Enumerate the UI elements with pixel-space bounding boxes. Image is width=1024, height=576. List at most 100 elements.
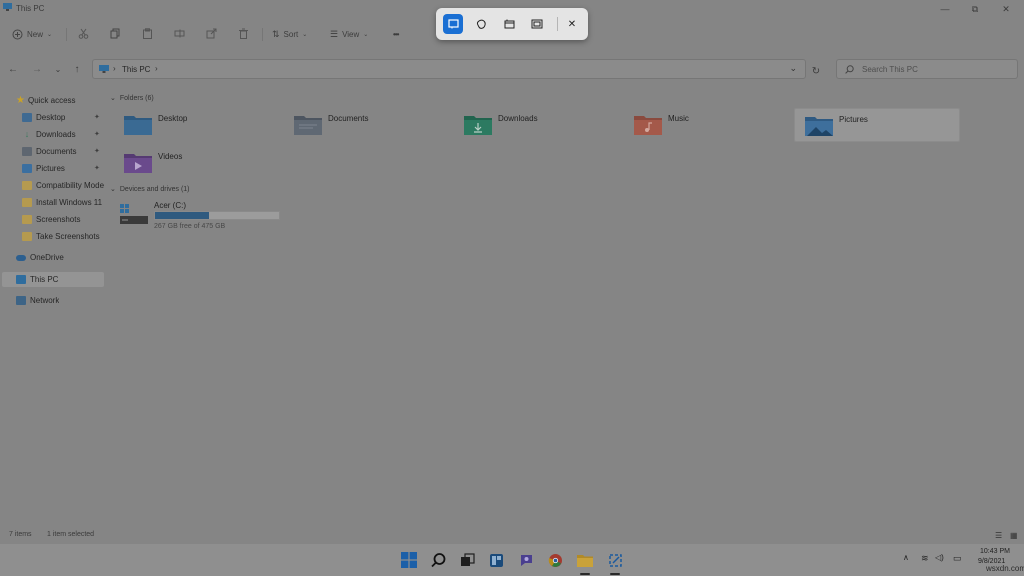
sidebar-item-this-pc[interactable]: › This PC bbox=[16, 272, 58, 287]
pin-icon: ✦ bbox=[94, 148, 100, 155]
wifi-icon[interactable]: ≋ bbox=[921, 553, 929, 564]
network-icon bbox=[16, 296, 26, 305]
task-view-icon[interactable] bbox=[457, 550, 477, 570]
fullscreen-snip-button[interactable] bbox=[527, 14, 547, 34]
this-pc-icon bbox=[16, 275, 26, 284]
sidebar-item-screenshots[interactable]: Screenshots bbox=[22, 212, 108, 227]
pin-icon: ✦ bbox=[94, 131, 100, 138]
folder-icon bbox=[22, 198, 32, 207]
folder-icon bbox=[22, 232, 32, 241]
sort-button[interactable]: ⇅ Sort ⌄ bbox=[272, 26, 307, 42]
close-button[interactable]: ✕ bbox=[999, 3, 1013, 15]
address-bar[interactable]: › This PC › ⌄ bbox=[92, 59, 806, 79]
more-options-button[interactable]: ••• bbox=[393, 26, 399, 42]
breadcrumb[interactable]: This PC bbox=[122, 65, 150, 74]
tiles-view-icon[interactable]: ▦ bbox=[1010, 531, 1019, 540]
active-app-indicator bbox=[580, 573, 590, 575]
chrome-icon[interactable] bbox=[545, 550, 565, 570]
sidebar-item-label: Downloads bbox=[36, 130, 76, 139]
sidebar-item-take-screenshots[interactable]: Take Screenshots bbox=[22, 229, 108, 244]
music-folder-icon bbox=[634, 116, 662, 135]
freeform-snip-button[interactable] bbox=[471, 14, 491, 34]
search-input[interactable]: Search This PC bbox=[836, 59, 1018, 79]
search-icon bbox=[845, 65, 854, 74]
sidebar-item-install-windows-11[interactable]: Install Windows 11 bbox=[22, 195, 108, 210]
sort-label: Sort bbox=[283, 29, 299, 39]
sidebar-item-onedrive[interactable]: › OneDrive bbox=[16, 250, 64, 265]
refresh-button[interactable]: ↻ bbox=[810, 65, 822, 77]
drive-usage-bar bbox=[154, 211, 280, 220]
folder-downloads[interactable]: Downloads bbox=[454, 108, 620, 142]
new-button[interactable]: New ⌄ bbox=[12, 26, 52, 42]
window-snip-icon bbox=[504, 19, 514, 29]
documents-folder-icon bbox=[294, 116, 322, 135]
folder-label: Pictures bbox=[839, 115, 868, 124]
sidebar-item-compatibility-mode[interactable]: Compatibility Mode bbox=[22, 178, 106, 193]
recent-locations-button[interactable]: ⌄ bbox=[51, 62, 65, 76]
copy-icon[interactable] bbox=[110, 28, 121, 39]
group-title: Folders (6) bbox=[119, 94, 154, 102]
back-button[interactable]: ← bbox=[6, 62, 20, 76]
navigation-bar: ← → ⌄ ↑ › This PC › ⌄ ↻ Search This PC bbox=[0, 56, 1024, 82]
rectangle-snip-button[interactable] bbox=[443, 14, 463, 34]
desktop-folder-icon bbox=[124, 116, 152, 135]
folder-pictures[interactable]: Pictures bbox=[794, 108, 960, 142]
view-button[interactable]: ☰ View ⌄ bbox=[330, 26, 368, 42]
view-icon: ☰ bbox=[330, 28, 339, 39]
folder-videos[interactable]: Videos bbox=[114, 146, 280, 180]
folder-label: Downloads bbox=[498, 114, 538, 123]
sidebar-item-network[interactable]: › Network bbox=[16, 293, 59, 308]
sidebar-item-label: Screenshots bbox=[36, 215, 81, 224]
snipping-tool-icon[interactable] bbox=[605, 550, 625, 570]
drive-c[interactable]: Acer (C:) 267 GB free of 475 GB bbox=[120, 200, 300, 232]
breadcrumb-chevron-icon[interactable]: › bbox=[155, 64, 158, 73]
folders-group-header[interactable]: ⌄ Folders (6) bbox=[110, 92, 154, 104]
folder-label: Videos bbox=[158, 152, 183, 161]
up-button[interactable]: ↑ bbox=[70, 62, 84, 76]
details-view-icon[interactable]: ☰ bbox=[995, 531, 1004, 540]
toolbar-divider bbox=[262, 28, 263, 41]
search-icon[interactable] bbox=[428, 550, 448, 570]
devices-group-header[interactable]: ⌄ Devices and drives (1) bbox=[110, 183, 190, 195]
window-snip-button[interactable] bbox=[499, 14, 519, 34]
rename-icon[interactable] bbox=[174, 28, 185, 39]
delete-icon[interactable] bbox=[238, 28, 249, 39]
folder-music[interactable]: Music bbox=[624, 108, 790, 142]
fullscreen-snip-icon bbox=[531, 19, 543, 29]
folder-desktop[interactable]: Desktop bbox=[114, 108, 280, 142]
watermark-text: wsxdn.com bbox=[986, 564, 1024, 573]
drive-free-space: 267 GB free of 475 GB bbox=[154, 223, 226, 230]
folder-icon bbox=[22, 181, 32, 190]
volume-icon[interactable]: ◁) bbox=[935, 553, 944, 562]
widgets-icon[interactable] bbox=[486, 550, 506, 570]
address-dropdown-button[interactable]: ⌄ bbox=[789, 63, 797, 74]
folder-documents[interactable]: Documents bbox=[284, 108, 450, 142]
chat-icon[interactable] bbox=[516, 550, 536, 570]
windows-start-icon[interactable] bbox=[399, 550, 419, 570]
sidebar-item-label: Pictures bbox=[36, 164, 65, 173]
pictures-icon bbox=[22, 164, 32, 173]
close-snip-button[interactable]: ✕ bbox=[562, 14, 582, 34]
cut-icon[interactable] bbox=[78, 28, 89, 39]
breadcrumb-chevron-icon: › bbox=[113, 64, 116, 73]
sidebar-item-label: Network bbox=[30, 296, 60, 305]
pictures-folder-icon bbox=[805, 117, 833, 136]
folder-label: Desktop bbox=[158, 114, 188, 123]
share-icon[interactable] bbox=[206, 28, 217, 39]
this-pc-icon bbox=[3, 3, 12, 11]
forward-button[interactable]: → bbox=[30, 62, 44, 76]
download-icon: ↓ bbox=[24, 129, 30, 139]
downloads-folder-icon bbox=[464, 116, 492, 135]
folder-label: Music bbox=[668, 114, 689, 123]
show-hidden-icons-button[interactable]: ∧ bbox=[903, 553, 909, 562]
sidebar-item-quick-access[interactable]: ⌄ ★ Quick access bbox=[16, 93, 76, 108]
snip-divider bbox=[557, 17, 558, 31]
drive-usage-fill bbox=[155, 212, 210, 219]
minimize-button[interactable]: — bbox=[938, 3, 952, 15]
file-explorer-icon[interactable] bbox=[575, 550, 595, 570]
battery-icon[interactable]: ▭ bbox=[953, 553, 962, 564]
item-count: 7 items bbox=[9, 531, 32, 538]
paste-icon[interactable] bbox=[142, 28, 153, 39]
maximize-button[interactable]: ⧉ bbox=[968, 3, 982, 15]
clock-time[interactable]: 10:43 PM bbox=[980, 548, 1010, 555]
